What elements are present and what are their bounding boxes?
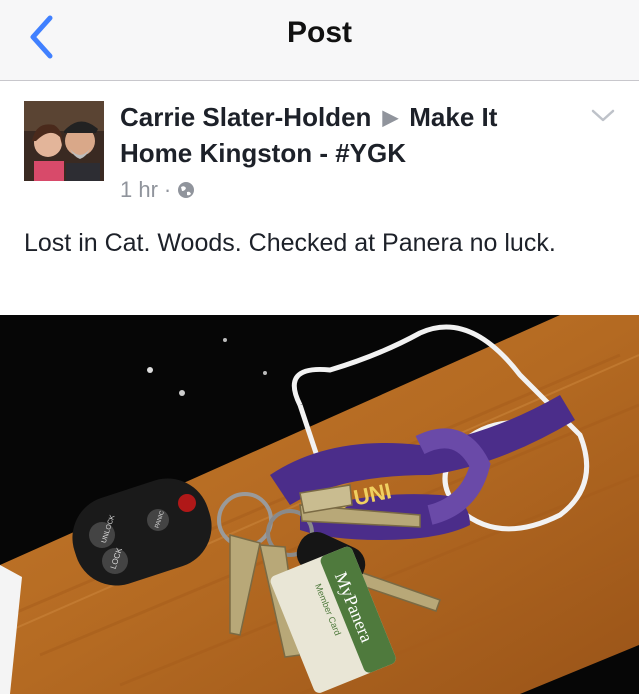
meta-separator: · <box>163 177 172 202</box>
avatar[interactable] <box>24 101 104 181</box>
post-time[interactable]: 1 hr <box>120 177 158 203</box>
author-name[interactable]: Carrie Slater-Holden <box>120 102 371 132</box>
nav-bar: Post <box>0 0 639 81</box>
chevron-down-icon <box>591 109 615 122</box>
post-photo[interactable]: 'S UNI UNLOCK LOCK PANIC MyPanera Member… <box>0 315 639 694</box>
page-title: Post <box>286 16 352 49</box>
post-text: Lost in Cat. Woods. Checked at Panera no… <box>24 229 556 257</box>
globe-icon <box>178 182 195 198</box>
post-header: Carrie Slater-Holden ▶ Make It Home King… <box>120 100 560 171</box>
post-meta: 1 hr · <box>120 177 195 203</box>
post-options-button[interactable] <box>590 107 616 125</box>
triangle-right-icon: ▶ <box>382 107 399 129</box>
